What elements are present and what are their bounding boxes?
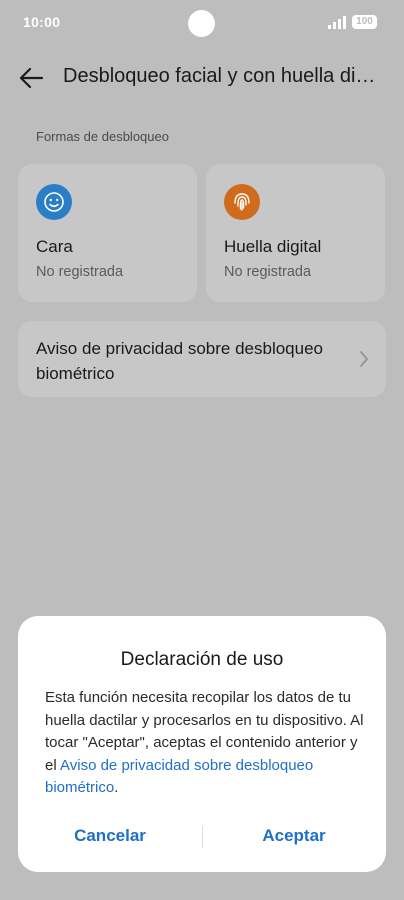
section-label: Formas de desbloqueo (36, 129, 169, 144)
fingerprint-icon (224, 184, 260, 220)
status-time: 10:00 (23, 14, 61, 30)
dialog-title: Declaración de uso (120, 649, 284, 670)
status-bar: 10:00 100 (0, 0, 404, 44)
dialog-actions: Cancelar Aceptar (18, 818, 386, 854)
battery-icon: 100 (352, 15, 377, 29)
face-card-status: No registrada (36, 264, 124, 280)
chevron-right-icon (360, 351, 368, 367)
dialog-body: Esta función necesita recopilar los dato… (45, 687, 365, 800)
accept-button[interactable]: Aceptar (202, 818, 386, 854)
app-header: Desbloqueo facial y con huella digital (0, 56, 404, 100)
dialog-body-end: . (114, 779, 119, 796)
privacy-notice-row[interactable]: Aviso de privacidad sobre desbloqueo bio… (18, 321, 386, 397)
face-card-title: Cara (36, 237, 73, 256)
fingerprint-unlock-card[interactable]: Huella digital No registrada (206, 164, 385, 302)
privacy-notice-label: Aviso de privacidad sobre desbloqueo bio… (36, 339, 323, 383)
cancel-button[interactable]: Cancelar (18, 818, 202, 854)
fingerprint-card-status: No registrada (224, 264, 312, 280)
fingerprint-card-title: Huella digital (224, 237, 322, 256)
front-camera (188, 10, 215, 37)
usage-declaration-dialog: Declaración de uso Esta función necesita… (18, 616, 386, 872)
signal-icon (328, 16, 346, 29)
page-title: Desbloqueo facial y con huella digital (63, 65, 385, 87)
face-icon (36, 184, 72, 220)
back-arrow-icon[interactable] (18, 65, 44, 91)
privacy-notice-link[interactable]: Aviso de privacidad sobre desbloqueo bio… (45, 757, 313, 797)
face-unlock-card[interactable]: Cara No registrada (18, 164, 197, 302)
